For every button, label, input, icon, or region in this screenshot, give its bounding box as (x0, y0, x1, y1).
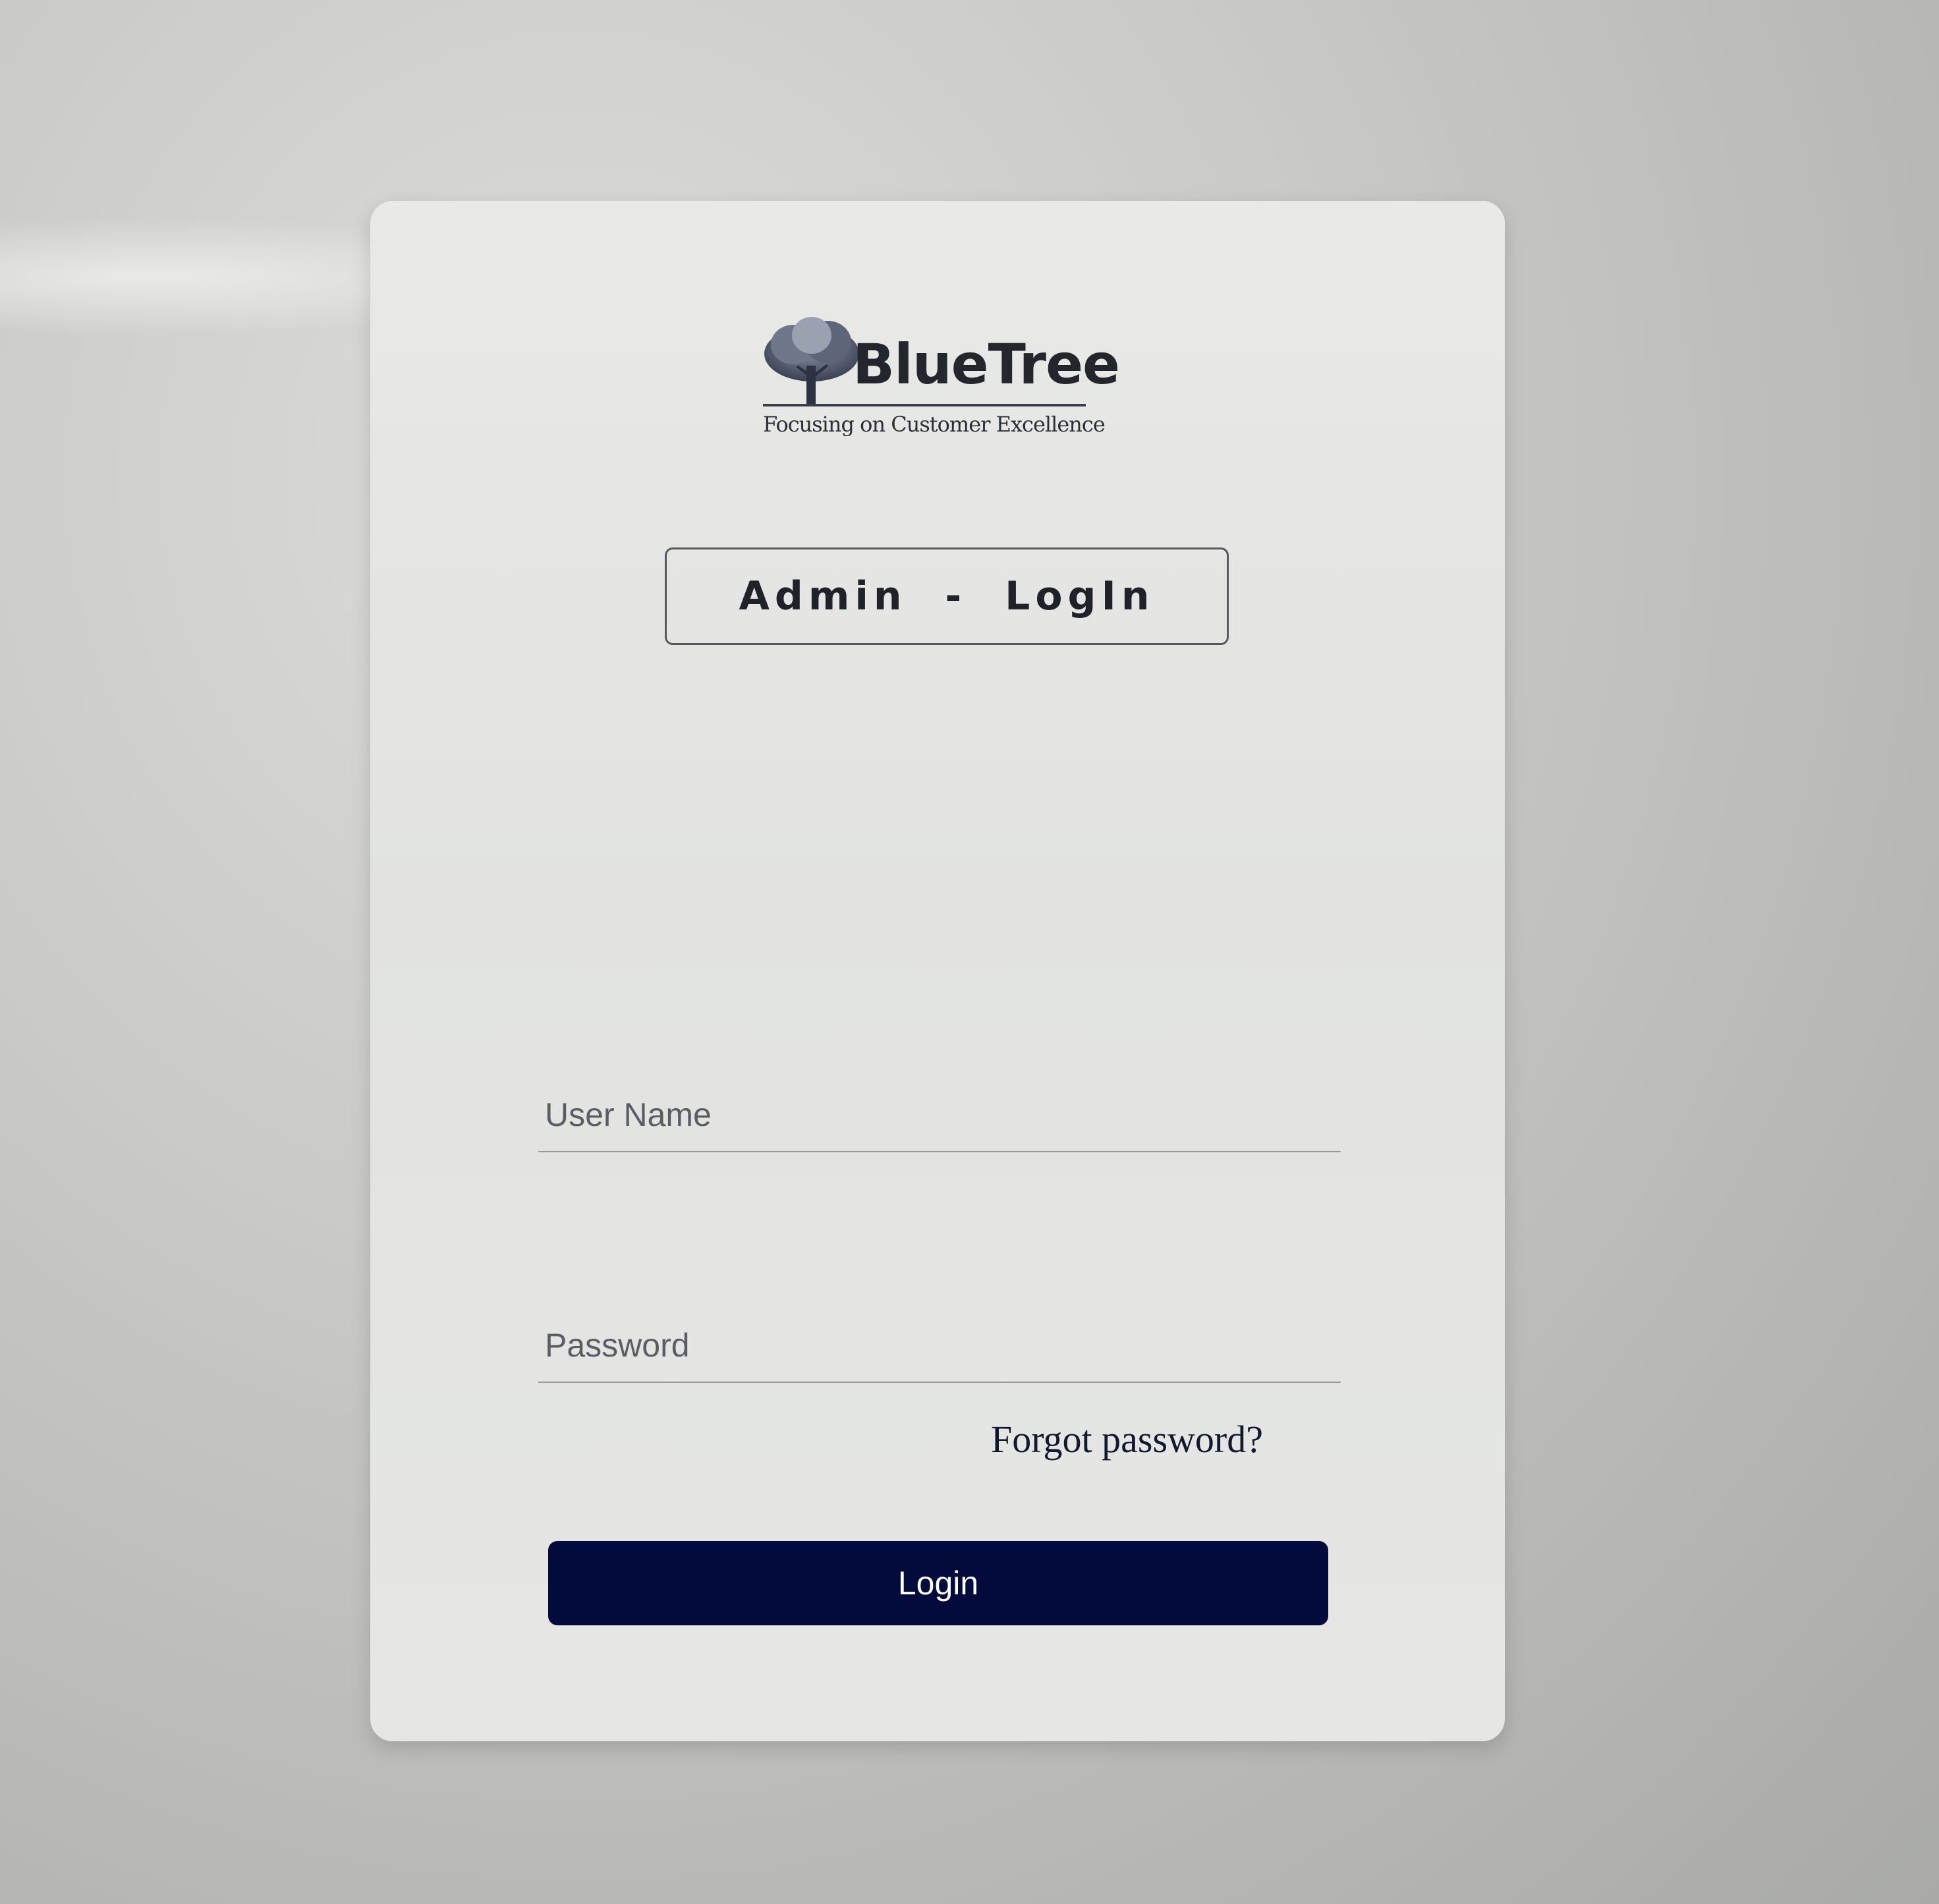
login-button[interactable]: Login (548, 1541, 1328, 1625)
forgot-password-link[interactable]: Forgot password? (991, 1417, 1263, 1461)
page-title: Admin - LogIn (665, 547, 1229, 645)
brand-logo: BlueTree Focusing on Customer Excellence (759, 313, 1120, 445)
tree-icon (764, 317, 859, 405)
brand-tagline: Focusing on Customer Excellence (763, 412, 1106, 437)
logo-divider (763, 404, 1086, 406)
brand-name: BlueTree (853, 332, 1120, 397)
login-card: BlueTree Focusing on Customer Excellence… (370, 201, 1505, 1741)
password-input[interactable] (538, 1309, 1341, 1382)
username-field[interactable] (538, 1078, 1341, 1152)
username-input[interactable] (538, 1078, 1341, 1151)
password-field[interactable] (538, 1309, 1341, 1383)
